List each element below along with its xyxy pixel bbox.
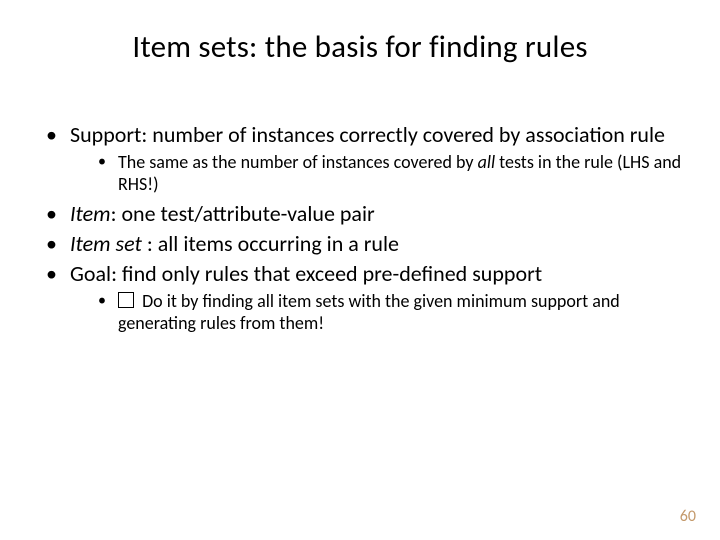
sub-support-1: The same as the number of instances cove… <box>70 152 684 195</box>
bullet-item-rest: : one test/attribute-value pair <box>111 200 375 227</box>
bullet-list: Support: number of instances correctly c… <box>36 122 684 334</box>
bullet-item-term: Item <box>70 200 111 227</box>
sub-support-1b: all <box>478 151 496 173</box>
bullet-support: Support: number of instances correctly c… <box>36 122 684 195</box>
sublist-support: The same as the number of instances cove… <box>70 152 684 195</box>
bullet-itemset-rest: : all items occurring in a rule <box>142 230 399 257</box>
bullet-goal: Goal: find only rules that exceed pre-de… <box>36 261 684 334</box>
arrow-icon <box>118 292 134 308</box>
sub-goal-1: Do it by finding all item sets with the … <box>70 291 684 334</box>
bullet-itemset-term: Item set <box>70 230 142 257</box>
sub-support-1a: The same as the number of instances cove… <box>118 151 478 173</box>
bullet-goal-text: Goal: find only rules that exceed pre-de… <box>70 260 542 287</box>
slide: Item sets: the basis for finding rules S… <box>0 0 720 540</box>
slide-title: Item sets: the basis for finding rules <box>36 28 684 66</box>
page-number: 60 <box>680 507 696 526</box>
sublist-goal: Do it by finding all item sets with the … <box>70 291 684 334</box>
bullet-support-text: Support: number of instances correctly c… <box>70 121 665 148</box>
bullet-itemset: Item set : all items occurring in a rule <box>36 231 684 257</box>
sub-goal-1-text: Do it by finding all item sets with the … <box>118 290 620 334</box>
bullet-item: Item: one test/attribute-value pair <box>36 201 684 227</box>
